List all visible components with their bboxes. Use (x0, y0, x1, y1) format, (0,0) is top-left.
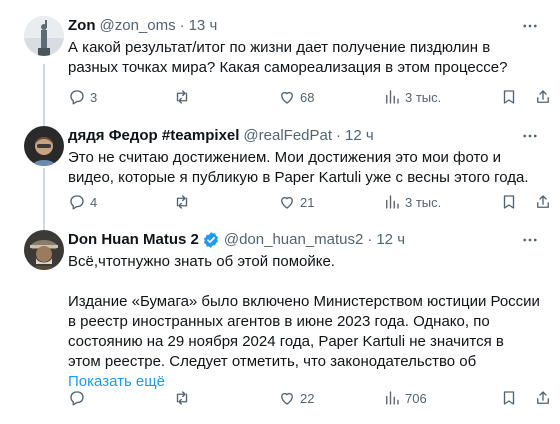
share-icon (537, 391, 549, 404)
views-count: 3 тыс. (405, 89, 442, 105)
tweet-actions: 4 21 3 тыс. (68, 192, 549, 212)
author-handle[interactable]: @realFedPat (243, 126, 332, 146)
thread-line (43, 218, 45, 230)
more-options-icon[interactable] (520, 230, 540, 250)
retweet-button[interactable] (173, 388, 195, 408)
bookmark-button[interactable] (500, 192, 518, 212)
views-button[interactable]: 706 (383, 388, 427, 408)
heart-icon (281, 91, 293, 104)
reply-button[interactable]: 4 (68, 192, 97, 212)
tweet-paragraph: Издание «Бумага» было включено Министерс… (68, 293, 540, 370)
avatar-don-huan[interactable] (24, 230, 64, 270)
like-button[interactable]: 68 (278, 87, 314, 107)
verified-badge-icon (202, 231, 220, 249)
reply-count: 3 (90, 89, 98, 105)
views-chart-icon (386, 195, 399, 209)
reply-count: 4 (90, 194, 98, 210)
more-options-icon[interactable] (520, 16, 540, 36)
tweet-2[interactable]: дядя Федор #teampixel @realFedPat · 12 ч… (0, 118, 560, 218)
share-button[interactable] (534, 87, 552, 107)
more-options-icon[interactable] (520, 126, 540, 146)
reply-button[interactable]: 3 (68, 87, 97, 107)
tweet-header: Don Huan Matus 2 @don_huan_matus2 · 12 ч (68, 230, 540, 250)
share-icon (537, 90, 549, 103)
views-chart-icon (386, 391, 399, 405)
avatar-zon[interactable] (24, 16, 64, 56)
reply-button[interactable] (68, 388, 90, 408)
author-handle[interactable]: @don_huan_matus2 (224, 230, 364, 250)
tweet-timestamp[interactable]: 12 ч (345, 126, 374, 146)
retweet-icon (176, 90, 188, 104)
tweet-text: А какой результат/итог по жизни дает пол… (68, 38, 540, 78)
bookmark-button[interactable] (500, 87, 518, 107)
author-name[interactable]: Zon (68, 16, 96, 36)
views-chart-icon (386, 90, 399, 104)
reply-icon (70, 90, 84, 105)
tweet-header: Zon @zon_oms · 13 ч (68, 16, 540, 36)
author-name[interactable]: Don Huan Matus 2 (68, 230, 199, 250)
bookmark-icon (503, 195, 515, 209)
bookmark-icon (503, 391, 515, 405)
reply-icon (70, 391, 84, 406)
separator-dot: · (336, 127, 342, 144)
author-handle[interactable]: @zon_oms (100, 16, 176, 36)
tweet-header: дядя Федор #teampixel @realFedPat · 12 ч (68, 126, 540, 146)
retweet-button[interactable] (173, 192, 195, 212)
tweet-paragraph: Это не считаю достижением. Мои достижени… (68, 149, 529, 186)
share-icon (537, 195, 549, 208)
views-button[interactable]: 3 тыс. (383, 192, 441, 212)
thread-line (43, 64, 45, 118)
author-name[interactable]: дядя Федор #teampixel (68, 126, 239, 146)
bookmark-button[interactable] (500, 388, 518, 408)
views-count: 3 тыс. (405, 194, 442, 210)
views-button[interactable]: 3 тыс. (383, 87, 441, 107)
tweet-paragraph: А какой результат/итог по жизни дает пол… (68, 39, 508, 76)
tweet-3[interactable]: Don Huan Matus 2 @don_huan_matus2 · 12 ч… (0, 218, 560, 424)
retweet-icon (176, 391, 188, 405)
thread-line (43, 118, 45, 126)
like-count: 22 (300, 390, 315, 406)
separator-dot: · (179, 17, 185, 34)
tweet-timestamp[interactable]: 12 ч (376, 230, 405, 250)
heart-icon (281, 196, 293, 209)
share-button[interactable] (534, 388, 552, 408)
retweet-button[interactable] (173, 87, 195, 107)
like-button[interactable]: 22 (278, 388, 314, 408)
tweet-1[interactable]: Zon @zon_oms · 13 ч А какой результат/ит… (0, 0, 560, 118)
share-button[interactable] (534, 192, 552, 212)
tweet-timestamp[interactable]: 13 ч (189, 16, 218, 36)
tweet-text: Всё,чтотнужно знать об этой помойке. Изд… (68, 252, 540, 392)
like-button[interactable]: 21 (278, 192, 314, 212)
tweet-actions: 22 706 (68, 388, 549, 408)
retweet-icon (176, 195, 188, 209)
reply-icon (70, 195, 84, 210)
heart-icon (281, 392, 293, 405)
like-count: 68 (300, 89, 315, 105)
avatar-fedor[interactable] (24, 126, 64, 166)
tweet-paragraph: Всё,чтотнужно знать об этой помойке. (68, 253, 335, 270)
views-count: 706 (405, 390, 427, 406)
thread-line (43, 168, 45, 218)
tweet-text: Это не считаю достижением. Мои достижени… (68, 148, 540, 188)
separator-dot: · (367, 231, 373, 248)
like-count: 21 (300, 194, 315, 210)
bookmark-icon (503, 90, 515, 104)
tweet-actions: 3 68 3 тыс. (68, 87, 549, 107)
